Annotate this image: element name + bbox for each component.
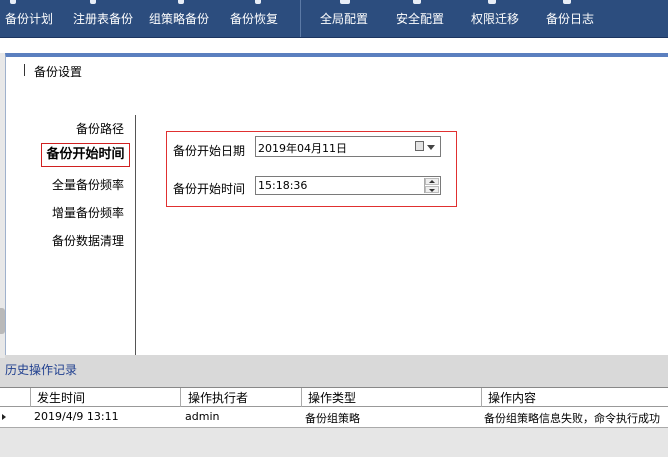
- column-header-type[interactable]: 操作类型: [308, 389, 356, 406]
- spin-up-button[interactable]: [425, 178, 439, 185]
- toolbar-backup-log[interactable]: 备份日志: [546, 10, 594, 27]
- nav-item-incremental-backup-frequency[interactable]: 增量备份频率: [52, 204, 124, 221]
- nav-item-backup-data-cleanup[interactable]: 备份数据清理: [52, 232, 124, 249]
- toolbar-gap: [0, 38, 668, 53]
- registry-backup-icon: [90, 0, 96, 4]
- backup-restore-icon: [255, 0, 261, 4]
- cell-content: 备份组策略信息失败，命令执行成功: [484, 412, 660, 425]
- start-date-value: 2019年04月11日: [258, 142, 347, 155]
- triangle-down-icon: [429, 189, 435, 192]
- section-title: 备份设置: [34, 65, 83, 79]
- backup-log-icon: [563, 0, 571, 4]
- column-header-time[interactable]: 发生时间: [37, 389, 85, 406]
- section-title-marker: [24, 64, 25, 76]
- time-spinner: [424, 178, 439, 193]
- start-date-picker[interactable]: 2019年04月11日: [255, 136, 441, 157]
- security-config-icon: [413, 0, 421, 4]
- grid-header: 发生时间 操作执行者 操作类型 操作内容: [0, 388, 668, 407]
- start-date-label: 备份开始日期: [173, 144, 246, 158]
- toolbar-backup-restore[interactable]: 备份恢复: [230, 10, 278, 27]
- calendar-icon[interactable]: [415, 141, 424, 151]
- cell-operator: admin: [185, 410, 220, 423]
- chevron-down-icon[interactable]: [427, 145, 435, 150]
- start-time-value: 15:18:36: [258, 179, 308, 192]
- cell-time: 2019/4/9 13:11: [34, 410, 119, 423]
- permission-migrate-icon: [488, 0, 496, 4]
- toolbar-registry-backup[interactable]: 注册表备份: [73, 10, 133, 27]
- backup-plan-icon: [10, 0, 16, 4]
- toolbar-global-config[interactable]: 全局配置: [320, 10, 368, 27]
- spin-down-button[interactable]: [425, 186, 439, 193]
- policy-backup-icon: [178, 0, 184, 4]
- nav-divider: [135, 115, 136, 355]
- top-toolbar: 备份计划 注册表备份 组策略备份 备份恢复 全局配置 安全配置 权限迁移 备份日…: [0, 0, 668, 38]
- toolbar-security-config[interactable]: 安全配置: [396, 10, 444, 27]
- toolbar-backup-plan[interactable]: 备份计划: [5, 10, 53, 27]
- start-time-label: 备份开始时间: [173, 182, 246, 196]
- column-header-operator[interactable]: 操作执行者: [188, 389, 248, 406]
- nav-item-backup-path[interactable]: 备份路径: [76, 120, 124, 137]
- column-header-content[interactable]: 操作内容: [488, 389, 536, 406]
- table-row[interactable]: 2019/4/9 13:11 admin 备份组策略 备份组策略信息失败，命令执…: [0, 407, 668, 428]
- global-config-icon: [340, 0, 350, 4]
- history-grid: 发生时间 操作执行者 操作类型 操作内容 2019/4/9 13:11 admi…: [0, 387, 668, 457]
- toolbar-policy-backup[interactable]: 组策略备份: [149, 10, 209, 27]
- triangle-up-icon: [429, 180, 435, 183]
- row-pointer-icon: [2, 414, 6, 420]
- nav-item-backup-start-time[interactable]: 备份开始时间: [41, 143, 130, 167]
- start-time-input[interactable]: 15:18:36: [255, 176, 441, 195]
- grid-empty-area: [0, 428, 668, 457]
- toolbar-permission-migrate[interactable]: 权限迁移: [471, 10, 519, 27]
- cell-type: 备份组策略: [305, 412, 360, 425]
- toolbar-separator: [300, 0, 301, 37]
- history-title: 历史操作记录: [5, 363, 78, 377]
- nav-item-full-backup-frequency[interactable]: 全量备份频率: [52, 176, 124, 193]
- history-header-bar: [0, 358, 668, 380]
